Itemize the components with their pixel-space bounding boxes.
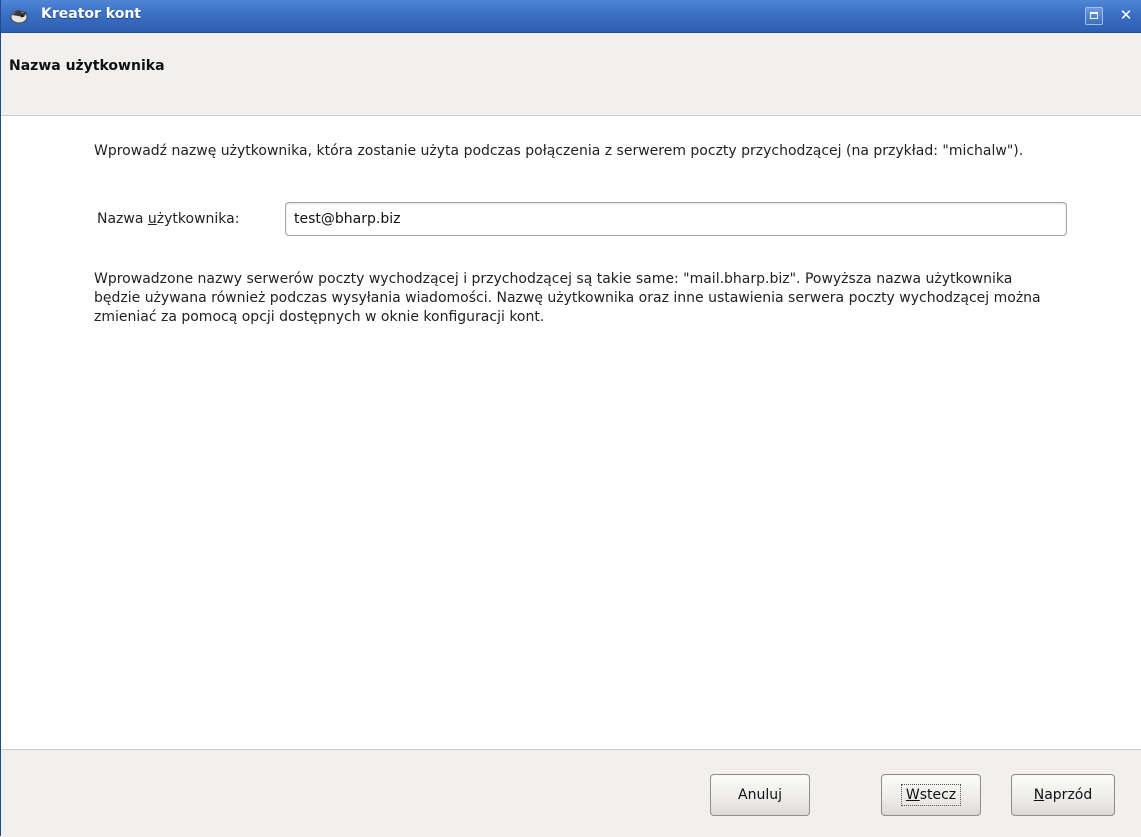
back-rest: stecz	[919, 787, 957, 803]
title-bar[interactable]: Kreator kont ✕	[1, 0, 1141, 33]
window-title: Kreator kont	[41, 6, 141, 22]
username-label-pre: Nazwa	[97, 211, 148, 227]
server-info-description: Wprowadzone nazwy serwerów poczty wychod…	[94, 271, 1041, 325]
page-title: Nazwa użytkownika	[9, 58, 165, 74]
cancel-button[interactable]: Anuluj	[710, 774, 810, 816]
account-wizard-window: Kreator kont ✕ Nazwa użytkownika Wprowad…	[0, 0, 1141, 837]
username-label-mnemonic: u	[147, 211, 157, 227]
username-input[interactable]	[285, 202, 1067, 236]
next-rest: aprzód	[1044, 787, 1093, 803]
thunderbird-bird-icon[interactable]	[9, 7, 29, 25]
back-button-label: Wstecz	[900, 784, 962, 806]
next-button-label: Naprzód	[1030, 785, 1097, 805]
username-label: Nazwa użytkownika:	[97, 211, 239, 227]
maximize-icon[interactable]	[1085, 7, 1103, 25]
next-mnemonic: N	[1033, 787, 1045, 803]
cancel-button-label: Anuluj	[738, 787, 782, 803]
username-label-post: żytkownika:	[156, 211, 240, 227]
back-button[interactable]: Wstecz	[881, 774, 981, 816]
intro-description: Wprowadź nazwę użytkownika, która zostan…	[94, 143, 1024, 159]
close-icon[interactable]: ✕	[1117, 7, 1135, 25]
back-mnemonic: W	[905, 787, 920, 803]
next-button[interactable]: Naprzód	[1011, 774, 1115, 816]
wizard-page-header: Nazwa użytkownika	[1, 33, 1141, 116]
